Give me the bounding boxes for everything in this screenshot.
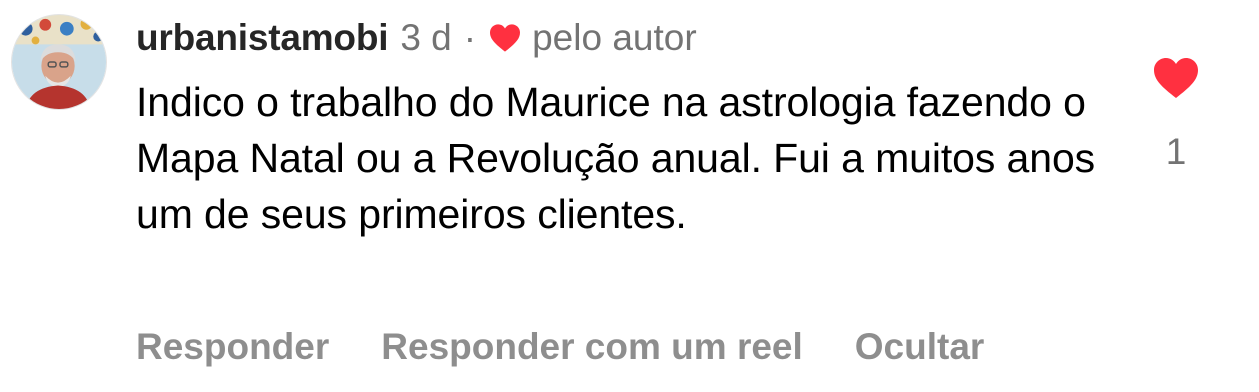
comment-header: urbanistamobi 3 d · pelo autor bbox=[136, 14, 697, 62]
comment: urbanistamobi 3 d · pelo autor Indico o … bbox=[0, 0, 1259, 392]
heart-icon bbox=[1154, 58, 1198, 98]
author-liked-heart-icon bbox=[488, 23, 522, 53]
comment-actions: Responder Responder com um reel Ocultar bbox=[136, 322, 984, 372]
reply-with-reel-button[interactable]: Responder com um reel bbox=[381, 326, 803, 368]
separator-dot: · bbox=[463, 17, 477, 58]
comment-text: Indico o trabalho do Maurice na astrolog… bbox=[136, 79, 1096, 237]
like-button[interactable] bbox=[1151, 56, 1201, 100]
comment-time: 3 d bbox=[400, 17, 452, 58]
reply-button[interactable]: Responder bbox=[136, 326, 329, 368]
username[interactable]: urbanistamobi bbox=[136, 14, 389, 62]
avatar-image bbox=[12, 15, 106, 109]
like-count[interactable]: 1 bbox=[1150, 128, 1202, 176]
author-liked-label: pelo autor bbox=[532, 17, 697, 58]
avatar[interactable] bbox=[11, 14, 107, 110]
hide-button[interactable]: Ocultar bbox=[855, 326, 985, 368]
